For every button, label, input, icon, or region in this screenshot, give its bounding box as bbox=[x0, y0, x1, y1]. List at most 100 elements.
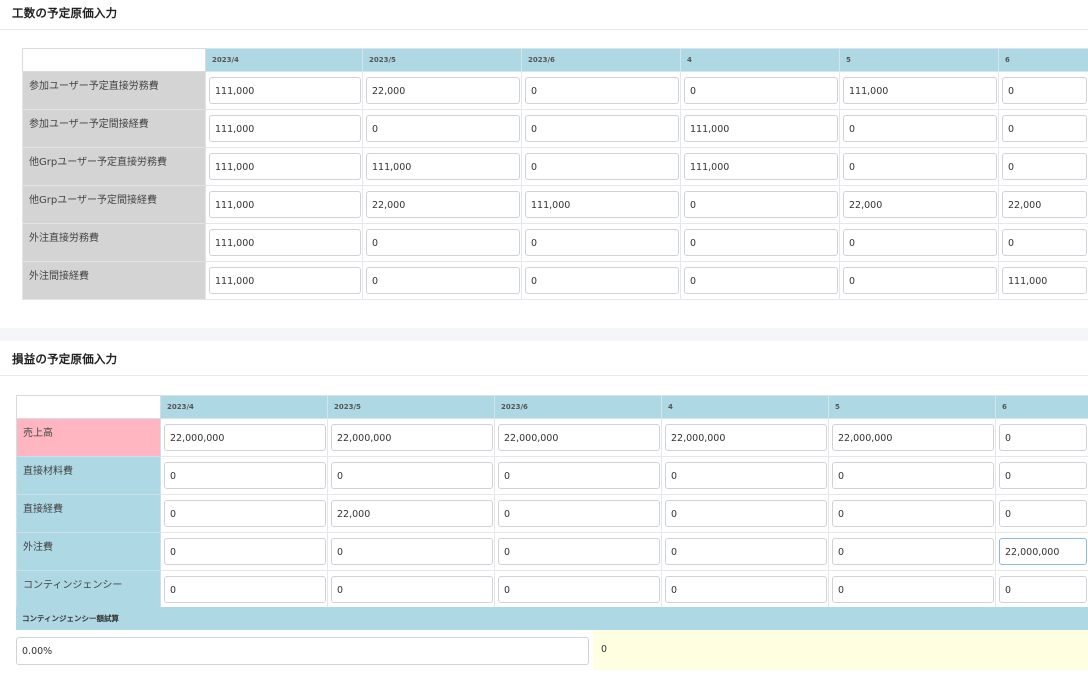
row-label: 外注直接労務費 bbox=[22, 223, 206, 262]
month-header: 2023/4 bbox=[160, 395, 328, 419]
cost-input[interactable]: 111,000 bbox=[209, 115, 361, 142]
pl-input[interactable]: 22,000,000 bbox=[331, 424, 493, 451]
cost-input[interactable]: 0 bbox=[1002, 77, 1087, 104]
cost-input[interactable]: 0 bbox=[525, 115, 679, 142]
cost-input[interactable]: 22,000 bbox=[843, 191, 997, 218]
cost-input[interactable]: 0 bbox=[525, 267, 679, 294]
pl-input[interactable]: 0 bbox=[832, 538, 994, 565]
cost-input[interactable]: 0 bbox=[525, 153, 679, 180]
cost-input[interactable]: 111,000 bbox=[366, 153, 520, 180]
row-label: コンティンジェンシー bbox=[16, 570, 161, 609]
pl-input[interactable]: 0 bbox=[665, 462, 827, 489]
pl-input[interactable]: 0 bbox=[832, 500, 994, 527]
panel-divider bbox=[0, 375, 1088, 376]
cost-input[interactable]: 0 bbox=[366, 229, 520, 256]
pl-input[interactable]: 0 bbox=[999, 462, 1087, 489]
pl-input[interactable]: 22,000,000 bbox=[164, 424, 326, 451]
cost-input[interactable]: 0 bbox=[684, 77, 838, 104]
row-label: 他Grpユーザー予定直接労務費 bbox=[22, 147, 206, 186]
month-header: 2023/6 bbox=[521, 48, 681, 72]
month-header: 4 bbox=[680, 48, 840, 72]
contingency-rate-input[interactable]: 0.00% bbox=[16, 637, 589, 665]
table-row: 他Grpユーザー予定直接労務費 111,000 111,000 0 111,00… bbox=[22, 147, 1088, 186]
month-header: 2023/4 bbox=[205, 48, 363, 72]
cost-input[interactable]: 22,000 bbox=[366, 77, 520, 104]
cost-input[interactable]: 0 bbox=[1002, 115, 1087, 142]
contingency-header: コンティンジェンシー額試算 bbox=[16, 607, 1088, 630]
month-header: 2023/5 bbox=[327, 395, 495, 419]
table-row: 直接経費 0 22,000 0 0 0 0 bbox=[16, 494, 1088, 533]
cost-input[interactable]: 111,000 bbox=[843, 77, 997, 104]
pl-input[interactable]: 0 bbox=[832, 462, 994, 489]
pl-input[interactable]: 0 bbox=[999, 424, 1087, 451]
pl-input[interactable]: 0 bbox=[164, 538, 326, 565]
row-label: 直接材料費 bbox=[16, 456, 161, 495]
table-row: 他Grpユーザー予定間接経費 111,000 22,000 111,000 0 … bbox=[22, 185, 1088, 224]
pl-cost-title: 損益の予定原価入力 bbox=[12, 352, 118, 366]
cost-input[interactable]: 0 bbox=[684, 267, 838, 294]
month-header: 6 bbox=[998, 48, 1088, 72]
row-label: 参加ユーザー予定直接労務費 bbox=[22, 71, 206, 110]
table-row: 外注間接経費 111,000 0 0 0 0 111,000 bbox=[22, 261, 1088, 300]
cost-input[interactable]: 22,000 bbox=[366, 191, 520, 218]
pl-input[interactable]: 0 bbox=[164, 462, 326, 489]
cost-input[interactable]: 0 bbox=[684, 229, 838, 256]
cost-input[interactable]: 22,000 bbox=[1002, 191, 1087, 218]
cost-input[interactable]: 111,000 bbox=[209, 77, 361, 104]
cost-input[interactable]: 111,000 bbox=[684, 115, 838, 142]
pl-input[interactable]: 0 bbox=[999, 500, 1087, 527]
table-row: 売上高 22,000,000 22,000,000 22,000,000 22,… bbox=[16, 418, 1088, 457]
pl-input[interactable]: 0 bbox=[832, 576, 994, 603]
table-row: 参加ユーザー予定間接経費 111,000 0 0 111,000 0 0 bbox=[22, 109, 1088, 148]
pl-input[interactable]: 0 bbox=[331, 462, 493, 489]
pl-input[interactable]: 0 bbox=[498, 500, 660, 527]
cost-input[interactable]: 111,000 bbox=[209, 229, 361, 256]
contingency-row: 0.00% 0 bbox=[16, 630, 1088, 670]
cost-input[interactable]: 111,000 bbox=[684, 153, 838, 180]
cost-input[interactable]: 0 bbox=[525, 77, 679, 104]
row-label: 参加ユーザー予定間接経費 bbox=[22, 109, 206, 148]
pl-input[interactable]: 0 bbox=[498, 576, 660, 603]
pl-input[interactable]: 22,000,000 bbox=[832, 424, 994, 451]
cost-input[interactable]: 0 bbox=[843, 229, 997, 256]
row-label: 売上高 bbox=[16, 418, 161, 457]
cost-input[interactable]: 111,000 bbox=[209, 191, 361, 218]
pl-cost-table: 2023/4 2023/5 2023/6 4 5 6 売上高 22,000,00… bbox=[16, 395, 1088, 609]
cost-input[interactable]: 0 bbox=[366, 267, 520, 294]
cost-input[interactable]: 0 bbox=[843, 267, 997, 294]
table-row: 参加ユーザー予定直接労務費 111,000 22,000 0 0 111,000… bbox=[22, 71, 1088, 110]
pl-input[interactable]: 22,000,000 bbox=[498, 424, 660, 451]
labor-cost-table: 2023/4 2023/5 2023/6 4 5 6 参加ユーザー予定直接労務費… bbox=[22, 48, 1088, 300]
month-header: 6 bbox=[995, 395, 1088, 419]
month-header: 5 bbox=[839, 48, 999, 72]
pl-input[interactable]: 0 bbox=[498, 538, 660, 565]
pl-input[interactable]: 0 bbox=[665, 500, 827, 527]
pl-input[interactable]: 22,000,000 bbox=[665, 424, 827, 451]
cost-input[interactable]: 111,000 bbox=[209, 267, 361, 294]
pl-input[interactable]: 0 bbox=[999, 576, 1087, 603]
cost-input[interactable]: 111,000 bbox=[1002, 267, 1087, 294]
cost-input[interactable]: 0 bbox=[366, 115, 520, 142]
pl-input[interactable]: 0 bbox=[665, 576, 827, 603]
pl-input[interactable]: 0 bbox=[331, 538, 493, 565]
pl-input[interactable]: 0 bbox=[498, 462, 660, 489]
pl-input[interactable]: 0 bbox=[665, 538, 827, 565]
pl-input[interactable]: 0 bbox=[164, 576, 326, 603]
pl-input[interactable]: 0 bbox=[164, 500, 326, 527]
pl-input[interactable]: 22,000 bbox=[331, 500, 493, 527]
cost-input[interactable]: 0 bbox=[525, 229, 679, 256]
cost-input[interactable]: 0 bbox=[843, 115, 997, 142]
pl-input[interactable]: 22,000,000 bbox=[999, 538, 1087, 565]
table-row: 直接材料費 0 0 0 0 0 0 bbox=[16, 456, 1088, 495]
cost-input[interactable]: 111,000 bbox=[525, 191, 679, 218]
cost-input[interactable]: 0 bbox=[1002, 153, 1087, 180]
cost-input[interactable]: 0 bbox=[843, 153, 997, 180]
pl-input[interactable]: 0 bbox=[331, 576, 493, 603]
row-label: 他Grpユーザー予定間接経費 bbox=[22, 185, 206, 224]
cost-input[interactable]: 111,000 bbox=[209, 153, 361, 180]
month-header: 5 bbox=[828, 395, 996, 419]
row-label: 外注費 bbox=[16, 532, 161, 571]
cost-input[interactable]: 0 bbox=[684, 191, 838, 218]
row-label: 外注間接経費 bbox=[22, 261, 206, 300]
cost-input[interactable]: 0 bbox=[1002, 229, 1087, 256]
